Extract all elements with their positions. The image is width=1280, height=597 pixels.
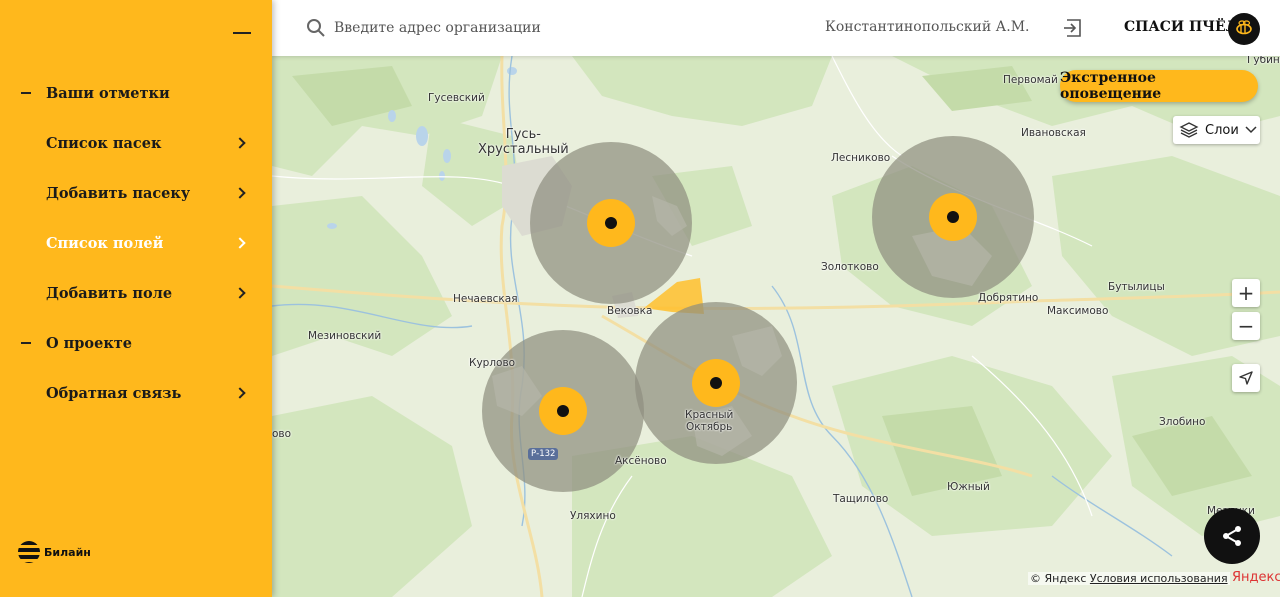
operator-logo[interactable]: Билайн (18, 541, 91, 563)
sidebar-item-feedback[interactable]: Обратная связь (0, 368, 272, 418)
place-label: Золотково (821, 261, 879, 273)
chevron-right-icon (234, 237, 246, 249)
apiary-marker[interactable] (539, 387, 587, 435)
map-copyright: © Яндекс Условия использования (1028, 572, 1230, 585)
minus-icon (21, 342, 31, 344)
sidebar-item-label: Добавить пасеку (46, 184, 191, 202)
sidebar: Ваши отметки Список пасек Добавить пасек… (0, 0, 272, 597)
address-search-input[interactable] (334, 16, 634, 40)
sidebar-item-label: Обратная связь (46, 384, 182, 402)
layers-icon (1179, 122, 1199, 138)
map-canvas[interactable]: Гусевский Гусь- Хрустальный Первомай Ива… (272, 56, 1280, 597)
copyright-text: © Яндекс (1030, 572, 1087, 585)
sidebar-item-label: О проекте (46, 334, 133, 352)
sidebar-item-label: Ваши отметки (46, 84, 170, 102)
place-label: Бутылицы (1108, 281, 1165, 293)
chevron-right-icon (234, 137, 246, 149)
bee-logo-icon[interactable] (1228, 13, 1260, 45)
road-number-badge: Р-132 (528, 448, 559, 460)
terms-of-use-link[interactable]: Условия использования (1090, 572, 1228, 585)
chevron-right-icon (234, 387, 246, 399)
emergency-alert-button[interactable]: Экстренное оповещение (1060, 70, 1258, 102)
apiary-marker[interactable] (692, 359, 740, 407)
search-icon (307, 19, 325, 37)
beeline-logo-icon (18, 541, 40, 563)
place-label: ово (272, 428, 292, 440)
place-label: Злобино (1159, 416, 1206, 428)
sidebar-item-apiary-list[interactable]: Список пасек (0, 118, 272, 168)
place-label: Губино (1247, 56, 1280, 66)
place-label: Уляхино (570, 510, 616, 522)
layers-button-label: Слои (1205, 122, 1239, 138)
zoom-in-button[interactable]: + (1232, 279, 1260, 307)
chevron-down-icon (1245, 126, 1257, 134)
place-label: Максимово (1047, 305, 1109, 317)
place-label: Нечаевская (453, 293, 518, 305)
chevron-right-icon (234, 187, 246, 199)
sidebar-item-field-list[interactable]: Список полей (0, 218, 272, 268)
place-label: Гусевский (428, 92, 485, 104)
sidebar-item-add-apiary[interactable]: Добавить пасеку (0, 168, 272, 218)
place-label: Гусь- Хрустальный (478, 127, 569, 157)
operator-logo-text: Билайн (44, 545, 91, 559)
place-label: Мезиновский (308, 330, 382, 342)
place-label: Лесниково (831, 152, 891, 164)
apiary-marker[interactable] (929, 193, 977, 241)
collapse-sidebar-button[interactable] (233, 32, 251, 34)
layers-button[interactable]: Слои (1173, 116, 1260, 144)
place-label: Тащилово (833, 493, 889, 505)
logout-icon[interactable] (1062, 17, 1084, 39)
navigation-arrow-icon (1239, 371, 1253, 385)
sidebar-item-label: Добавить поле (46, 284, 173, 302)
apiary-marker[interactable] (587, 199, 635, 247)
zoom-out-button[interactable]: − (1232, 312, 1260, 340)
apiary-markers (539, 193, 977, 435)
sidebar-menu: Ваши отметки Список пасек Добавить пасек… (0, 68, 272, 418)
sidebar-section-your-marks[interactable]: Ваши отметки (0, 68, 272, 118)
sidebar-section-about[interactable]: О проекте (0, 318, 272, 368)
place-label: Первомай (1003, 74, 1058, 86)
place-label: Добрятино (978, 292, 1039, 304)
minus-icon (21, 92, 31, 94)
user-name[interactable]: Константинопольский А.М. (825, 19, 1030, 35)
brand-title: СПАСИ ПЧЁЛ (1124, 19, 1239, 35)
sidebar-item-label: Список пасек (46, 134, 162, 152)
place-label: Южный (947, 481, 990, 493)
sidebar-item-add-field[interactable]: Добавить поле (0, 268, 272, 318)
place-label: Ивановская (1021, 127, 1086, 139)
share-button[interactable] (1204, 508, 1260, 564)
place-label: Вековка (607, 305, 653, 317)
place-label: Курлово (469, 357, 516, 369)
geolocation-button[interactable] (1232, 364, 1260, 392)
map-provider-logo[interactable]: Яндекс (1232, 570, 1280, 585)
sidebar-item-label: Список полей (46, 234, 164, 252)
place-label: Аксёново (615, 455, 667, 467)
place-label: Красный Октябрь (685, 409, 734, 433)
chevron-right-icon (234, 287, 246, 299)
share-icon (1223, 526, 1241, 546)
